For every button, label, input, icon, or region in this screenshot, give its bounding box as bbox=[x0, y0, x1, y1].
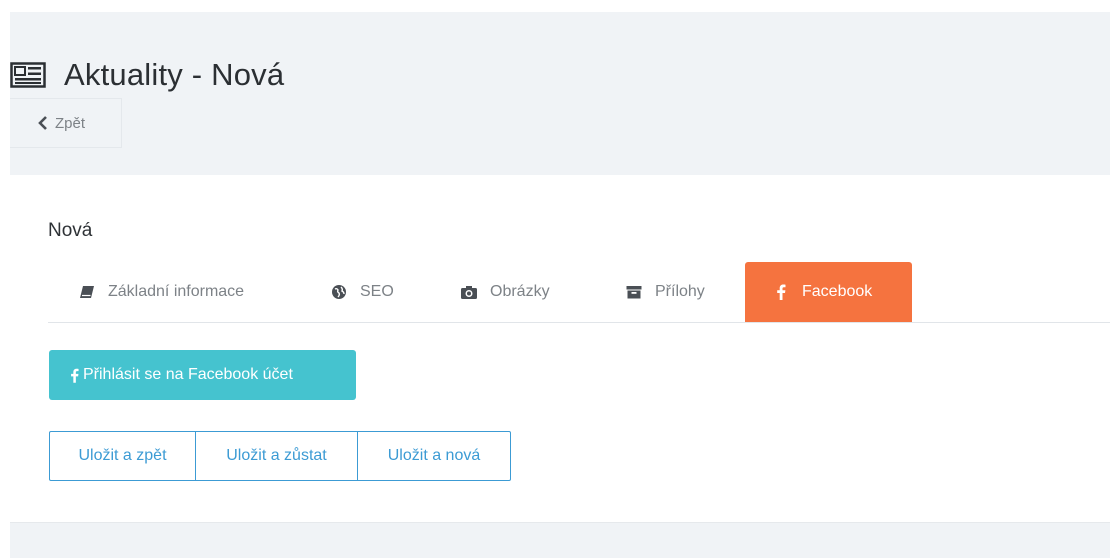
save-and-new-button[interactable]: Uložit a nová bbox=[358, 431, 511, 481]
camera-icon bbox=[460, 284, 478, 300]
facebook-icon bbox=[772, 284, 790, 300]
tab-label: Přílohy bbox=[655, 283, 705, 300]
facebook-login-button[interactable]: Přihlásit se na Facebook účet bbox=[49, 350, 356, 400]
newspaper-icon bbox=[10, 60, 46, 90]
panel-title: Nová bbox=[48, 220, 93, 241]
page-title: Aktuality - Nová bbox=[64, 57, 285, 92]
footer-bar bbox=[10, 522, 1110, 558]
tab-label: Obrázky bbox=[490, 283, 550, 300]
tab-label: Základní informace bbox=[108, 283, 245, 300]
tab-images[interactable]: Obrázky bbox=[426, 262, 591, 322]
tab-attachments[interactable]: Přílohy bbox=[591, 262, 745, 322]
chevron-left-icon bbox=[38, 116, 48, 130]
facebook-icon bbox=[70, 368, 79, 383]
archive-icon bbox=[625, 284, 643, 300]
back-button-label: Zpět bbox=[55, 114, 86, 132]
save-and-stay-button[interactable]: Uložit a zůstat bbox=[196, 431, 358, 481]
tab-label: Facebook bbox=[802, 283, 873, 300]
tab-bar: Základní informace SEO Obrázky Přílohy F… bbox=[48, 262, 1110, 323]
save-button-group: Uložit a zpět Uložit a zůstat Uložit a n… bbox=[49, 431, 511, 481]
book-icon bbox=[78, 284, 96, 300]
back-button[interactable]: Zpět bbox=[10, 98, 122, 148]
tab-seo[interactable]: SEO bbox=[296, 262, 426, 322]
tab-basic-info[interactable]: Základní informace bbox=[48, 262, 296, 322]
globe-icon bbox=[330, 284, 348, 300]
tab-label: SEO bbox=[360, 283, 394, 300]
title-row: Aktuality - Nová bbox=[10, 52, 284, 98]
tab-facebook[interactable]: Facebook bbox=[745, 262, 912, 322]
facebook-login-label: Přihlásit se na Facebook účet bbox=[83, 366, 293, 383]
save-and-back-button[interactable]: Uložit a zpět bbox=[49, 431, 196, 481]
page-header: Aktuality - Nová Zpět bbox=[10, 12, 1110, 175]
